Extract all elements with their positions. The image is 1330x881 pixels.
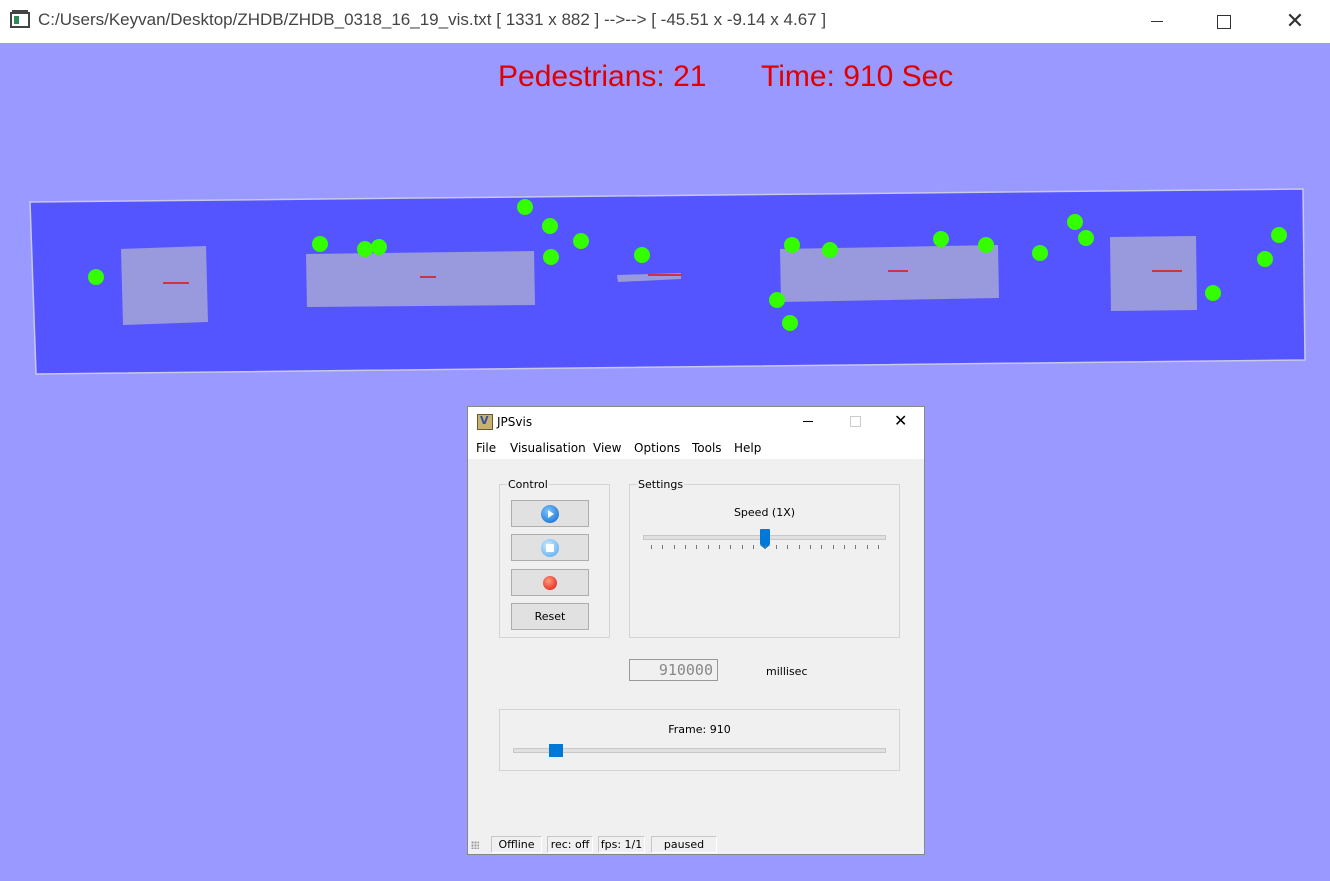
pedestrian[interactable] bbox=[573, 233, 589, 249]
frame-label: Frame: 910 bbox=[668, 723, 731, 736]
menu-help[interactable]: Help bbox=[734, 441, 761, 455]
play-button[interactable] bbox=[511, 500, 589, 527]
speed-tick bbox=[867, 545, 868, 549]
dialog-minimize-icon[interactable] bbox=[803, 421, 813, 422]
pedestrian[interactable] bbox=[634, 247, 650, 263]
pedestrian[interactable] bbox=[933, 231, 949, 247]
speed-tick bbox=[685, 545, 686, 549]
control-group-title: Control bbox=[507, 478, 549, 491]
settings-group: Settings Speed (1X) bbox=[629, 478, 900, 638]
speed-tick bbox=[844, 545, 845, 549]
pedestrian[interactable] bbox=[1271, 227, 1287, 243]
pedestrian[interactable] bbox=[1067, 214, 1083, 230]
obstacle-label-mark bbox=[420, 276, 436, 278]
menu-bar: File Visualisation View Options Tools He… bbox=[468, 437, 924, 459]
menu-file[interactable]: File bbox=[476, 441, 496, 455]
obstacle-label-mark bbox=[1152, 270, 1182, 272]
pedestrian[interactable] bbox=[822, 242, 838, 258]
reset-button[interactable]: Reset bbox=[511, 603, 589, 630]
dialog-maximize-icon bbox=[850, 416, 861, 427]
stop-icon bbox=[541, 538, 559, 557]
frame-slider-handle[interactable] bbox=[549, 744, 563, 757]
menu-view[interactable]: View bbox=[593, 441, 621, 455]
status-playback: paused bbox=[651, 836, 717, 853]
frame-slider[interactable] bbox=[513, 743, 886, 759]
speed-tick bbox=[855, 545, 856, 549]
pedestrian[interactable] bbox=[357, 241, 373, 257]
pedestrian[interactable] bbox=[769, 292, 785, 308]
resize-grip-icon[interactable] bbox=[471, 841, 479, 849]
status-fps: fps: 1/1 bbox=[598, 836, 645, 853]
pedestrian[interactable] bbox=[312, 236, 328, 252]
frame-slider-groove bbox=[513, 748, 886, 753]
pedestrian[interactable] bbox=[542, 218, 558, 234]
speed-tick bbox=[787, 545, 788, 549]
speed-tick bbox=[696, 545, 697, 549]
millisec-label: millisec bbox=[766, 665, 808, 678]
play-icon bbox=[541, 504, 559, 523]
dialog-title: JPSvis bbox=[497, 415, 533, 429]
speed-tick bbox=[708, 545, 709, 549]
speed-tick bbox=[810, 545, 811, 549]
speed-tick bbox=[821, 545, 822, 549]
pedestrian[interactable] bbox=[1032, 245, 1048, 261]
speed-tick bbox=[833, 545, 834, 549]
speed-tick bbox=[730, 545, 731, 549]
speed-tick bbox=[799, 545, 800, 549]
pedestrian[interactable] bbox=[543, 249, 559, 265]
speed-slider-handle[interactable] bbox=[760, 529, 770, 549]
menu-tools[interactable]: Tools bbox=[692, 441, 722, 455]
speed-tick bbox=[776, 545, 777, 549]
menu-visualisation[interactable]: Visualisation bbox=[510, 441, 586, 455]
status-connection: Offline bbox=[491, 836, 542, 853]
obstacle-label-mark bbox=[888, 270, 908, 272]
obstacle bbox=[780, 245, 999, 302]
pedestrian[interactable] bbox=[978, 237, 994, 253]
obstacle bbox=[1110, 236, 1197, 311]
stop-button[interactable] bbox=[511, 534, 589, 561]
control-group: Control Reset bbox=[499, 478, 610, 638]
frame-group: Frame: 910 bbox=[499, 709, 900, 771]
speed-tick bbox=[878, 545, 879, 549]
obstacle-label-mark bbox=[648, 274, 682, 276]
status-bar: Offline rec: off fps: 1/1 paused bbox=[468, 835, 924, 855]
speed-tick bbox=[753, 545, 754, 549]
obstacle bbox=[121, 246, 208, 325]
pedestrian[interactable] bbox=[784, 237, 800, 253]
pedestrian[interactable] bbox=[782, 315, 798, 331]
jpsvis-app-icon bbox=[477, 414, 493, 430]
obstacle-label-mark bbox=[163, 282, 189, 284]
speed-tick bbox=[742, 545, 743, 549]
pedestrian[interactable] bbox=[1205, 285, 1221, 301]
speed-tick bbox=[662, 545, 663, 549]
speed-tick bbox=[719, 545, 720, 549]
jpsvis-dialog: JPSvis ✕ File Visualisation View Options… bbox=[467, 406, 925, 855]
record-icon bbox=[543, 575, 557, 590]
pedestrian[interactable] bbox=[1078, 230, 1094, 246]
status-recording: rec: off bbox=[547, 836, 593, 853]
dialog-title-bar[interactable]: JPSvis ✕ bbox=[468, 407, 924, 437]
pedestrian[interactable] bbox=[1257, 251, 1273, 267]
pedestrian[interactable] bbox=[88, 269, 104, 285]
obstacle bbox=[306, 251, 535, 307]
time-lcd-display: 910000 bbox=[629, 659, 718, 681]
record-button[interactable] bbox=[511, 569, 589, 596]
speed-label: Speed (1X) bbox=[733, 506, 796, 519]
speed-tick bbox=[651, 545, 652, 549]
dialog-close-icon[interactable]: ✕ bbox=[894, 412, 907, 430]
speed-tick bbox=[765, 545, 766, 549]
speed-tick bbox=[674, 545, 675, 549]
speed-slider[interactable] bbox=[643, 529, 886, 559]
settings-group-title: Settings bbox=[637, 478, 685, 491]
menu-options[interactable]: Options bbox=[634, 441, 680, 455]
pedestrian[interactable] bbox=[517, 199, 533, 215]
pedestrian[interactable] bbox=[371, 239, 387, 255]
